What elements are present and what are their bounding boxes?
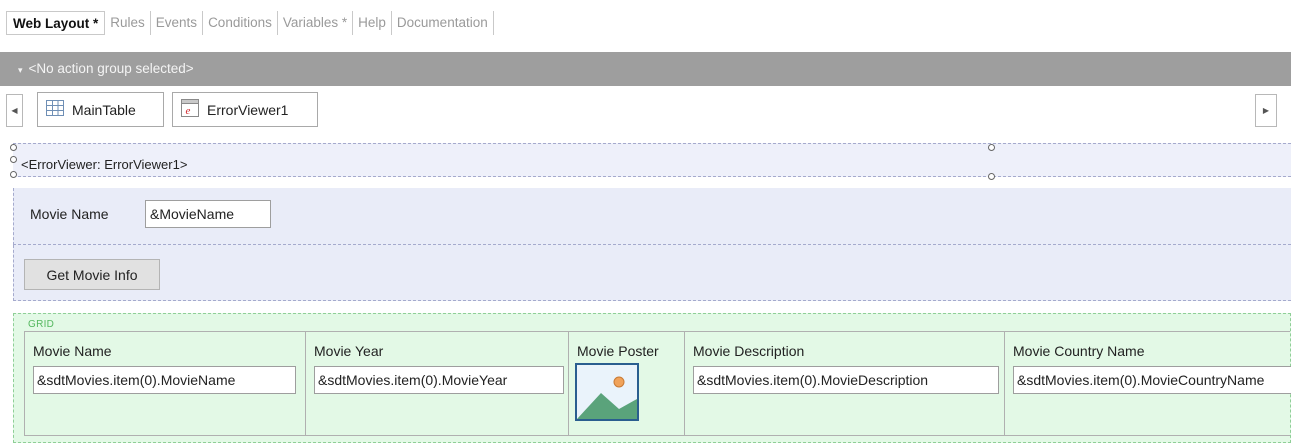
resize-handle[interactable]	[10, 156, 17, 163]
breadcrumb-label: MainTable	[72, 101, 136, 118]
grid-column-movie-description[interactable]: Movie Description &sdtMovies.item(0).Mov…	[685, 332, 1005, 435]
scroll-right-button[interactable]: ▶	[1255, 94, 1277, 127]
column-header: Movie Name	[33, 343, 112, 359]
movie-name-input[interactable]: &MovieName	[145, 200, 271, 228]
svg-text:e: e	[186, 105, 191, 117]
control-breadcrumb-bar: ◀ MainTable e ErrorViewer1 ▶	[0, 91, 1291, 131]
error-viewer-control[interactable]: <ErrorViewer: ErrorViewer1>	[13, 143, 1291, 177]
chevron-right-icon: ▶	[1262, 106, 1270, 115]
breadcrumb-error-viewer[interactable]: e ErrorViewer1	[172, 92, 318, 127]
resize-handle[interactable]	[988, 173, 995, 180]
column-header: Movie Country Name	[1013, 343, 1145, 359]
resize-handle[interactable]	[10, 144, 17, 151]
grid-column-movie-name[interactable]: Movie Name &sdtMovies.item(0).MovieName	[25, 332, 306, 435]
column-field[interactable]: &sdtMovies.item(0).MovieName	[33, 366, 296, 394]
column-field[interactable]: &sdtMovies.item(0).MovieYear	[314, 366, 564, 394]
resize-handle[interactable]	[988, 144, 995, 151]
tab-rules[interactable]: Rules	[105, 11, 151, 35]
tab-variables[interactable]: Variables *	[278, 11, 354, 35]
tabs: Web Layout * Rules Events Conditions Var…	[6, 11, 494, 35]
button-row: Get Movie Info	[13, 245, 1291, 301]
column-header: Movie Description	[693, 343, 805, 359]
breadcrumb-main-table[interactable]: MainTable	[37, 92, 164, 127]
resize-handle[interactable]	[10, 171, 17, 178]
table-icon	[46, 100, 64, 119]
tab-events[interactable]: Events	[151, 11, 204, 35]
grid-label: GRID	[28, 319, 55, 330]
column-field[interactable]: &sdtMovies.item(0).MovieDescription	[693, 366, 999, 394]
breadcrumb-label: ErrorViewer1	[207, 101, 289, 118]
design-canvas: <ErrorViewer: ErrorViewer1> Movie Name &…	[10, 143, 1291, 443]
chevron-left-icon: ◀	[11, 106, 18, 115]
grid-column-movie-year[interactable]: Movie Year &sdtMovies.item(0).MovieYear	[306, 332, 569, 435]
action-group-label: <No action group selected>	[28, 61, 194, 76]
tab-help[interactable]: Help	[353, 11, 392, 35]
movie-name-label: Movie Name	[30, 206, 109, 222]
error-viewer-icon: e	[181, 99, 199, 120]
editor-tab-bar: Web Layout * Rules Events Conditions Var…	[0, 0, 1291, 44]
column-header: Movie Poster	[577, 343, 659, 359]
get-movie-info-button[interactable]: Get Movie Info	[24, 259, 160, 290]
action-group-selector[interactable]: ▾ <No action group selected>	[0, 52, 1291, 86]
column-header: Movie Year	[314, 343, 384, 359]
movies-grid[interactable]: GRID Movie Name &sdtMovies.item(0).Movie…	[13, 313, 1291, 443]
dropdown-arrow-icon: ▾	[18, 65, 23, 75]
column-field[interactable]: &sdtMovies.item(0).MovieCountryName	[1013, 366, 1291, 394]
grid-column-movie-country-name[interactable]: Movie Country Name &sdtMovies.item(0).Mo…	[1005, 332, 1291, 435]
tab-documentation[interactable]: Documentation	[392, 11, 494, 35]
grid-column-movie-poster[interactable]: Movie Poster	[569, 332, 685, 435]
tab-web-layout[interactable]: Web Layout *	[6, 11, 106, 35]
scroll-left-button[interactable]: ◀	[6, 94, 23, 127]
error-viewer-label: <ErrorViewer: ErrorViewer1>	[21, 157, 188, 172]
grid-table: Movie Name &sdtMovies.item(0).MovieName …	[24, 331, 1291, 436]
tab-conditions[interactable]: Conditions	[203, 11, 278, 35]
movie-name-row: Movie Name &MovieName	[13, 188, 1291, 245]
image-placeholder-icon	[575, 363, 639, 424]
